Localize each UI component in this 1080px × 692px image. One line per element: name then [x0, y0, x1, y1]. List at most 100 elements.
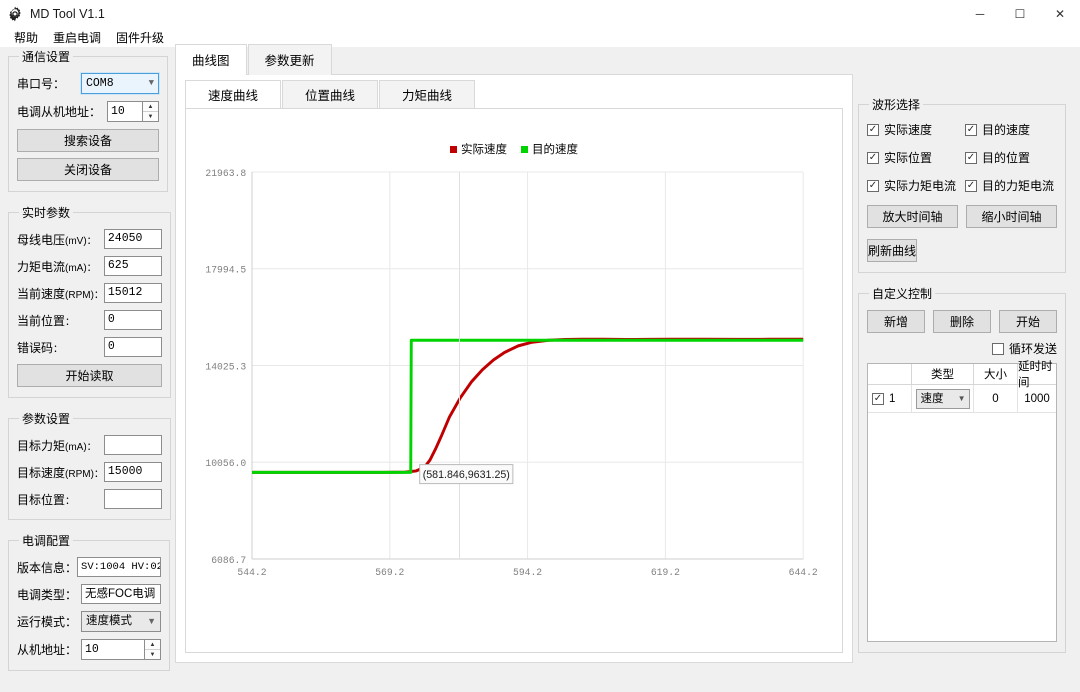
tab-torque-curve[interactable]: 力矩曲线 [379, 80, 476, 109]
run-mode-select[interactable]: 速度模式 ▼ [81, 611, 162, 632]
delete-button[interactable]: 删除 [933, 310, 991, 333]
slave-address-input[interactable]: 10 [107, 101, 142, 122]
bus-voltage-row: 母线电压(mV)： 24050 [17, 229, 162, 249]
y-axis-tick-label: 6086.7 [211, 555, 246, 566]
realtime-parameters-title: 实时参数 [22, 206, 71, 220]
stepper-buttons[interactable]: ▲ ▼ [144, 639, 162, 660]
checkbox-box[interactable]: ✓ [965, 151, 977, 164]
checkbox-target-torque-current[interactable]: ✓ 目的力矩电流 [965, 177, 1057, 194]
esc-type-label: 电调类型： [17, 587, 78, 602]
target-speed-row: 目标速度(RPM)： 15000 [17, 462, 162, 482]
start-read-button[interactable]: 开始读取 [17, 364, 162, 387]
outer-tab-pane: 速度曲线 位置曲线 力矩曲线 实际速度 目的速度 6086.7 10056.0 14… [175, 74, 853, 663]
slave-addr2-input[interactable]: 10 [81, 639, 145, 660]
menu-bar: 帮助 重启电调 固件升级 [0, 28, 1080, 47]
checkbox-box[interactable]: ✓ [872, 392, 884, 405]
checkbox-box[interactable]: ✓ [965, 179, 977, 192]
stepper-buttons[interactable]: ▲ ▼ [142, 101, 159, 122]
port-value: COM8 [86, 77, 114, 90]
checkbox-actual-speed[interactable]: ✓ 实际速度 [867, 121, 959, 138]
checkbox-box[interactable] [991, 342, 1004, 355]
refresh-curve-button[interactable]: 刷新曲线 [867, 239, 918, 262]
target-speed-input[interactable]: 15000 [103, 462, 162, 482]
close-device-button[interactable]: 关闭设备 [17, 158, 159, 181]
tab-parameter-update[interactable]: 参数更新 [247, 44, 332, 75]
stepper-up-icon[interactable]: ▲ [145, 640, 161, 650]
tab-curve-chart[interactable]: 曲线图 [175, 44, 247, 75]
parameter-settings-group: 参数设置 目标力矩(mA)： 目标速度(RPM)： 15000 目标位置： [8, 410, 171, 520]
checkbox-actual-torque-current[interactable]: ✓ 实际力矩电流 [867, 177, 959, 194]
minimize-button[interactable]: ─ [960, 0, 1000, 28]
checkbox-label: 实际力矩电流 [884, 179, 957, 193]
port-row: 串口号： COM8 ▼ [17, 72, 160, 95]
menu-item-restart-esc[interactable]: 重启电调 [47, 28, 107, 47]
inner-tabs: 速度曲线 位置曲线 力矩曲线 [185, 80, 843, 109]
row-type-value: 速度 [920, 392, 944, 405]
row-select-cell[interactable]: ✓ 1 [868, 385, 912, 413]
search-device-button[interactable]: 搜索设备 [17, 129, 159, 152]
esc-configuration-group: 电调配置 版本信息： SV:1004 HV:0200 电调类型： 无感FOC电调… [8, 532, 171, 671]
checkbox-box[interactable]: ✓ [867, 123, 879, 136]
chevron-down-icon: ▼ [148, 78, 154, 88]
start-button[interactable]: 开始 [999, 310, 1057, 333]
waveform-selection-title: 波形选择 [872, 98, 921, 112]
x-axis-tick-label: 594.2 [513, 567, 542, 578]
error-code-label: 错误码： [17, 340, 64, 355]
current-speed-input[interactable]: 15012 [103, 283, 162, 303]
target-position-label: 目标位置： [17, 492, 76, 507]
checkbox-loop-send[interactable]: 循环发送 [991, 340, 1057, 357]
row-type-select[interactable]: 速度 ▼ [915, 388, 970, 409]
menu-item-help[interactable]: 帮助 [8, 28, 44, 47]
esc-configuration-title: 电调配置 [22, 534, 71, 548]
bus-voltage-label: 母线电压(mV)： [17, 232, 97, 247]
checkbox-box[interactable]: ✓ [965, 123, 977, 136]
column-header-delay: 延时时间 [1018, 361, 1056, 389]
row-size-cell[interactable]: 0 [974, 385, 1018, 413]
custom-control-group: 自定义控制 新增 删除 开始 循环发送 类型 大小 延时时间 ✓ 1 速度 ▼ … [858, 285, 1066, 653]
slave-addr2-stepper[interactable]: 10 ▲ ▼ [81, 639, 162, 660]
add-button[interactable]: 新增 [867, 310, 925, 333]
run-mode-label: 运行模式： [17, 615, 78, 629]
stepper-down-icon[interactable]: ▼ [145, 650, 160, 659]
menu-item-firmware-upgrade[interactable]: 固件升级 [110, 28, 170, 47]
checkbox-actual-position[interactable]: ✓ 实际位置 [867, 149, 959, 166]
target-torque-label: 目标力矩(mA)： [17, 438, 97, 453]
stepper-up-icon[interactable]: ▲ [143, 102, 158, 112]
chevron-down-icon: ▼ [147, 616, 157, 626]
realtime-parameters-group: 实时参数 母线电压(mV)： 24050 力矩电流(mA)： 625 当前速度(… [8, 204, 171, 398]
tab-position-curve[interactable]: 位置曲线 [282, 80, 379, 109]
tab-speed-curve[interactable]: 速度曲线 [185, 80, 282, 109]
speed-curve-chart[interactable]: 6086.7 10056.0 14025.3 17994.5 21963.8 544.2 5… [186, 109, 842, 652]
checkbox-box[interactable]: ✓ [867, 151, 879, 164]
row-delay-cell[interactable]: 1000 [1018, 385, 1056, 413]
communication-settings-group: 通信设置 串口号： COM8 ▼ 电调从机地址： 10 ▲ ▼ 搜索设备 关闭设… [8, 48, 168, 192]
title-bar: MD Tool V1.1 ─ ☐ ✕ [0, 0, 1080, 28]
current-speed-row: 当前速度(RPM)： 15012 [17, 283, 162, 303]
table-row[interactable]: ✓ 1 速度 ▼ 0 1000 [868, 385, 1056, 413]
slave-address-stepper[interactable]: 10 ▲ ▼ [107, 101, 159, 122]
target-position-input[interactable] [103, 489, 162, 509]
chevron-down-icon: ▼ [957, 393, 966, 403]
loop-send-row: 循环发送 [867, 340, 1057, 357]
zoom-out-time-axis-button[interactable]: 缩小时间轴 [966, 205, 1057, 228]
error-code-input[interactable]: 0 [103, 337, 162, 357]
checkbox-target-speed[interactable]: ✓ 目的速度 [965, 121, 1057, 138]
target-torque-input[interactable] [103, 435, 162, 455]
target-speed-label: 目标速度(RPM)： [17, 465, 104, 480]
torque-current-input[interactable]: 625 [103, 256, 162, 276]
run-mode-row: 运行模式： 速度模式 ▼ [17, 611, 162, 632]
stepper-down-icon[interactable]: ▼ [143, 112, 158, 121]
maximize-button[interactable]: ☐ [1000, 0, 1040, 28]
zoom-in-time-axis-button[interactable]: 放大时间轴 [867, 205, 958, 228]
checkbox-box[interactable]: ✓ [867, 179, 879, 192]
column-header-type: 类型 [912, 364, 974, 385]
waveform-checkbox-grid: ✓ 实际速度 ✓ 目的速度 ✓ 实际位置 ✓ 目的位置 ✓ 实际力矩电流 ✓ 目… [867, 121, 1057, 194]
current-position-input[interactable]: 0 [103, 310, 162, 330]
refresh-row: 刷新曲线 [867, 239, 1057, 262]
checkbox-label: 循环发送 [1008, 342, 1057, 356]
close-button[interactable]: ✕ [1040, 0, 1080, 28]
checkbox-target-position[interactable]: ✓ 目的位置 [965, 149, 1057, 166]
bus-voltage-input[interactable]: 24050 [103, 229, 162, 249]
row-type-cell[interactable]: 速度 ▼ [912, 385, 974, 413]
port-select[interactable]: COM8 ▼ [80, 72, 160, 95]
